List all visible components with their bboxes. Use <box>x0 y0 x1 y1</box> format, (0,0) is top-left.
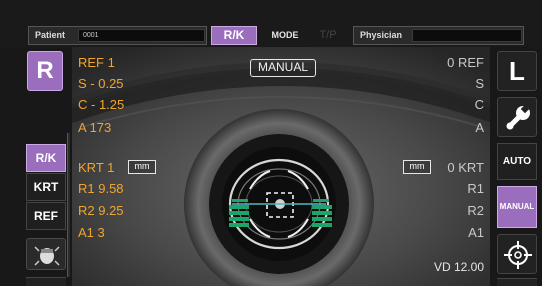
eye-position-button[interactable] <box>26 238 66 270</box>
wrench-icon <box>506 104 530 130</box>
settings-button[interactable] <box>497 97 537 137</box>
ref-left-c: C <box>474 97 484 112</box>
ref-left-s: S <box>475 76 484 91</box>
right-eye-button[interactable]: R <box>27 51 63 91</box>
krt-right-a1: A1 3 <box>78 225 105 240</box>
manual-mode-button[interactable]: MANUAL <box>497 186 537 228</box>
crosshair-icon <box>504 241 532 269</box>
manual-badge: MANUAL <box>250 59 316 77</box>
tab-ref[interactable]: REF <box>26 202 66 230</box>
target-button[interactable] <box>497 234 537 274</box>
right-bottom-stub <box>497 278 537 286</box>
patient-id-field[interactable]: 0001 <box>78 29 205 42</box>
ref-left-a: A <box>475 120 484 135</box>
tab-krt[interactable]: KRT <box>26 173 66 201</box>
krt-right-mm-toggle[interactable]: mm <box>128 160 156 174</box>
ref-right-sph: S - 0.25 <box>78 76 124 91</box>
eye-camera-view[interactable]: MANUAL REF 1 S - 0.25 C - 1.25 A 173 0 R… <box>72 47 490 286</box>
tp-mode-button[interactable]: T/P <box>308 26 348 45</box>
krt-left-r2: R2 <box>467 203 484 218</box>
eye-face-icon <box>34 246 60 266</box>
left-scroll-track[interactable] <box>67 133 70 277</box>
krt-left-a1: A1 <box>468 225 484 240</box>
krt-right-r2: R2 9.25 <box>78 203 124 218</box>
mode-label: MODE <box>271 30 299 40</box>
ref-right-axis: A 173 <box>78 120 112 135</box>
krt-right-r1: R1 9.58 <box>78 181 124 196</box>
auto-mode-button[interactable]: AUTO <box>497 143 537 180</box>
ref-left-title: 0 REF <box>447 55 484 70</box>
physician-field[interactable] <box>412 29 522 42</box>
krt-left-title: 0 KRT <box>447 160 484 175</box>
krt-right-title: KRT 1 <box>78 160 115 175</box>
left-eye-button[interactable]: L <box>497 51 537 91</box>
vertex-distance: VD 12.00 <box>433 260 484 274</box>
krt-left-r1: R1 <box>467 181 484 196</box>
ref-right-cyl: C - 1.25 <box>78 97 125 112</box>
patient-group: Patient 0001 <box>28 26 207 45</box>
physician-group: Physician <box>353 26 524 45</box>
tab-rk[interactable]: R/K <box>26 144 66 172</box>
top-bar: Patient 0001 R/K MODE T/P Physician <box>0 0 542 47</box>
physician-label: Physician <box>360 30 403 40</box>
rk-mode-button[interactable]: R/K <box>211 26 257 45</box>
patient-label: Patient <box>35 30 66 40</box>
left-bottom-stub <box>26 277 66 286</box>
ref-right-title: REF 1 <box>78 55 115 70</box>
